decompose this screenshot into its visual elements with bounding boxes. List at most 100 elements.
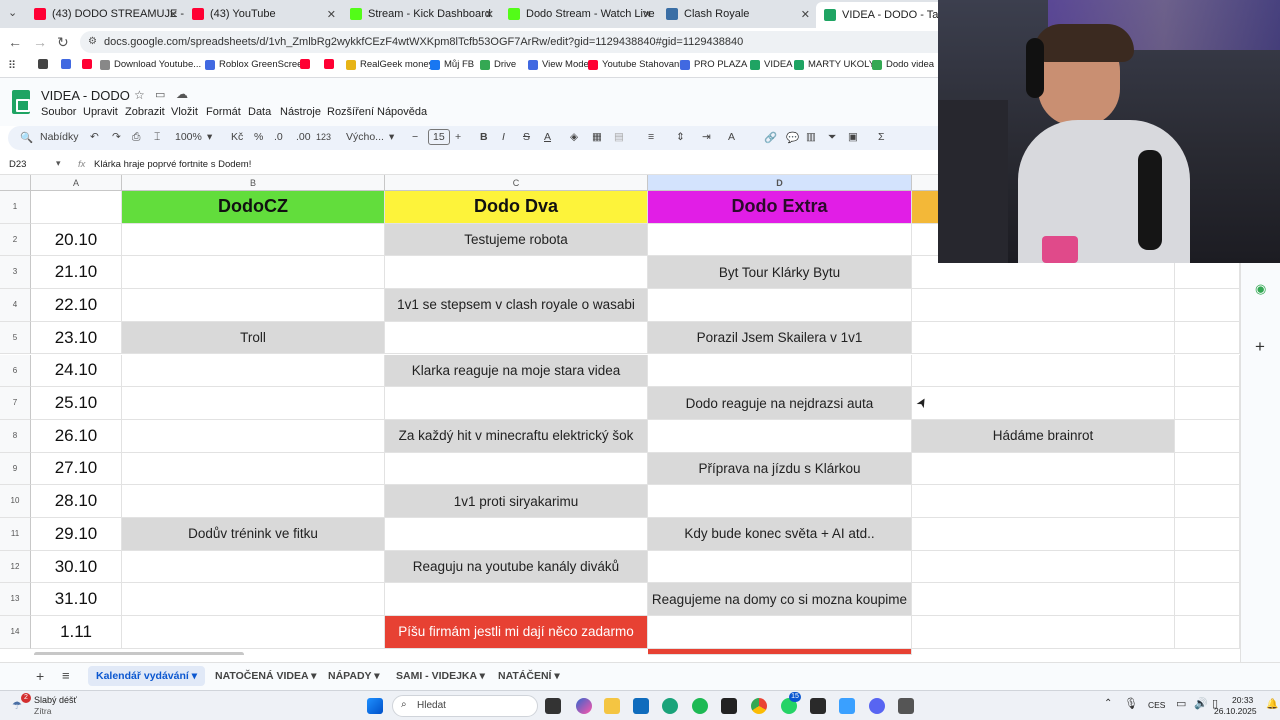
sheet-tab-sami-videjka[interactable]: SAMI - VIDEJKA ▾ [396, 670, 485, 682]
video-cell[interactable] [385, 518, 648, 551]
video-cell[interactable] [122, 387, 385, 420]
outlook-icon[interactable] [633, 698, 649, 714]
currency-format-button[interactable]: Kč [231, 131, 243, 143]
font-size-increase-icon[interactable]: + [455, 131, 461, 143]
row-header[interactable]: 2 [0, 223, 31, 257]
video-cell[interactable]: Dodo reaguje na nejdrazsi auta [648, 387, 912, 420]
bookmark-item[interactable]: Drive [480, 59, 516, 70]
bookmark-item[interactable]: Roblox GreenScreen [205, 59, 308, 70]
site-info-icon[interactable]: ⚙ [88, 31, 97, 53]
text-wrap-icon[interactable]: ⇥ [702, 131, 711, 143]
video-cell[interactable]: Reaguju na youtube kanály diváků [385, 550, 648, 584]
bookmark-item[interactable] [300, 59, 314, 69]
paint-format-icon[interactable]: ⌶ [154, 131, 160, 144]
align-vertical-icon[interactable]: ⇕ [676, 131, 685, 143]
column-header-c[interactable]: C [385, 175, 648, 191]
sheet-tab-napady[interactable]: NÁPADY ▾ [328, 670, 380, 682]
video-cell[interactable] [912, 452, 1175, 486]
horizontal-scrollbar[interactable] [34, 652, 244, 655]
bookmark-item[interactable]: Dodo videa [872, 59, 934, 70]
edge-icon[interactable] [662, 698, 678, 714]
date-cell[interactable]: 1.11 [31, 616, 122, 649]
empty-cell[interactable] [1175, 387, 1240, 420]
text-rotation-icon[interactable]: A [728, 131, 735, 143]
menu-item[interactable]: Upravit [83, 106, 118, 118]
video-cell[interactable] [648, 419, 912, 453]
close-tab-icon[interactable]: ✕ [169, 8, 178, 21]
channel-header-d[interactable]: Dodo Extra [648, 191, 912, 224]
cloud-status-icon[interactable]: ☁ [176, 87, 188, 101]
channel-header-c[interactable]: Dodo Dva [385, 191, 648, 224]
move-folder-icon[interactable]: ▭ [155, 88, 165, 101]
video-cell[interactable]: Klarka reaguje na moje stara videa [385, 354, 648, 388]
row-header[interactable]: 8 [0, 419, 31, 453]
video-cell[interactable] [648, 550, 912, 584]
video-cell[interactable] [648, 616, 912, 649]
back-icon[interactable]: ← [8, 34, 22, 50]
menu-item[interactable]: Nástroje [280, 106, 321, 118]
video-cell[interactable] [122, 289, 385, 322]
tab-list-dropdown-icon[interactable]: ⌄ [8, 6, 17, 19]
language-indicator[interactable]: CES [1148, 700, 1165, 710]
italic-button[interactable]: I [502, 131, 505, 143]
terminal-icon[interactable] [721, 698, 737, 714]
video-cell[interactable] [912, 518, 1175, 551]
video-cell[interactable] [122, 452, 385, 486]
row-header[interactable]: 13 [0, 583, 31, 617]
video-cell[interactable]: Píšu firmám jestli mi dají něco zadarmo [385, 616, 648, 649]
all-sheets-icon[interactable]: ≡ [62, 668, 70, 683]
row-header[interactable]: 11 [0, 518, 31, 551]
row-header[interactable]: 7 [0, 387, 31, 420]
date-cell[interactable]: 21.10 [31, 256, 122, 290]
bookmark-item[interactable]: View Mode [528, 59, 589, 70]
bookmark-item[interactable] [82, 59, 96, 69]
sheets-logo-icon[interactable] [12, 90, 30, 114]
add-addon-icon[interactable]: + [1255, 337, 1265, 357]
redo-icon[interactable]: ↷ [112, 131, 121, 143]
video-cell[interactable] [385, 387, 648, 420]
menu-item[interactable]: Formát [206, 106, 241, 118]
bold-button[interactable]: B [480, 131, 488, 143]
insert-comment-icon[interactable]: 💬 [786, 131, 799, 144]
strikethrough-button[interactable]: S [523, 131, 530, 143]
font-select[interactable]: Výcho... [346, 131, 384, 143]
calculator-icon[interactable] [898, 698, 914, 714]
bookmark-item[interactable]: Youtube Stahovani [588, 59, 681, 70]
sheet-tab-nataceni[interactable]: NATÁČENÍ ▾ [498, 670, 560, 682]
video-cell[interactable]: Kdy bude konec světa + AI atd.. [648, 518, 912, 551]
menu-item[interactable]: Data [248, 106, 271, 118]
video-cell[interactable] [122, 616, 385, 649]
maps-addon-icon[interactable]: ◉ [1255, 281, 1266, 297]
video-cell[interactable] [385, 583, 648, 617]
print-icon[interactable]: ⎙ [132, 131, 140, 144]
video-cell[interactable] [385, 256, 648, 290]
empty-cell[interactable] [1175, 321, 1240, 355]
menu-item[interactable]: Zobrazit [125, 106, 165, 118]
document-title[interactable]: VIDEA - DODO [41, 88, 130, 103]
bookmark-item[interactable]: MARTY UKOLY [794, 59, 875, 70]
mic-tray-icon[interactable]: 🎙 [1124, 697, 1138, 710]
video-cell[interactable] [122, 485, 385, 518]
browser-tab-4[interactable]: Dodo Stream - Watch Live on K✕ [500, 3, 658, 25]
video-cell[interactable]: Hádáme brainrot [912, 419, 1175, 453]
select-all-corner[interactable] [0, 175, 31, 191]
video-cell[interactable] [648, 354, 912, 388]
search-menus-icon[interactable]: 🔍 [20, 131, 33, 144]
notification-bell-icon[interactable]: 🔔 [1266, 699, 1278, 710]
undo-icon[interactable]: ↶ [90, 131, 99, 143]
taskbar-search[interactable]: ⌕ Hledat [392, 695, 538, 717]
browser-tab-2[interactable]: (43) YouTube ✕ [184, 3, 342, 25]
date-cell[interactable]: 29.10 [31, 518, 122, 551]
network-icon[interactable]: ▭ [1176, 697, 1186, 710]
clock-date[interactable]: 26.10.2025 [1214, 706, 1257, 716]
video-cell[interactable] [648, 485, 912, 518]
date-cell[interactable]: 25.10 [31, 387, 122, 420]
star-icon[interactable]: ☆ [134, 88, 145, 102]
video-cell[interactable]: Testujeme robota [385, 223, 648, 257]
video-cell[interactable] [122, 223, 385, 257]
forward-icon[interactable]: → [33, 34, 47, 50]
add-sheet-icon[interactable]: + [36, 668, 44, 684]
video-cell[interactable]: Byt Tour Klárky Bytu [648, 256, 912, 290]
close-tab-icon[interactable]: ✕ [801, 8, 810, 21]
search-menus-button[interactable]: Nabídky [40, 131, 79, 143]
